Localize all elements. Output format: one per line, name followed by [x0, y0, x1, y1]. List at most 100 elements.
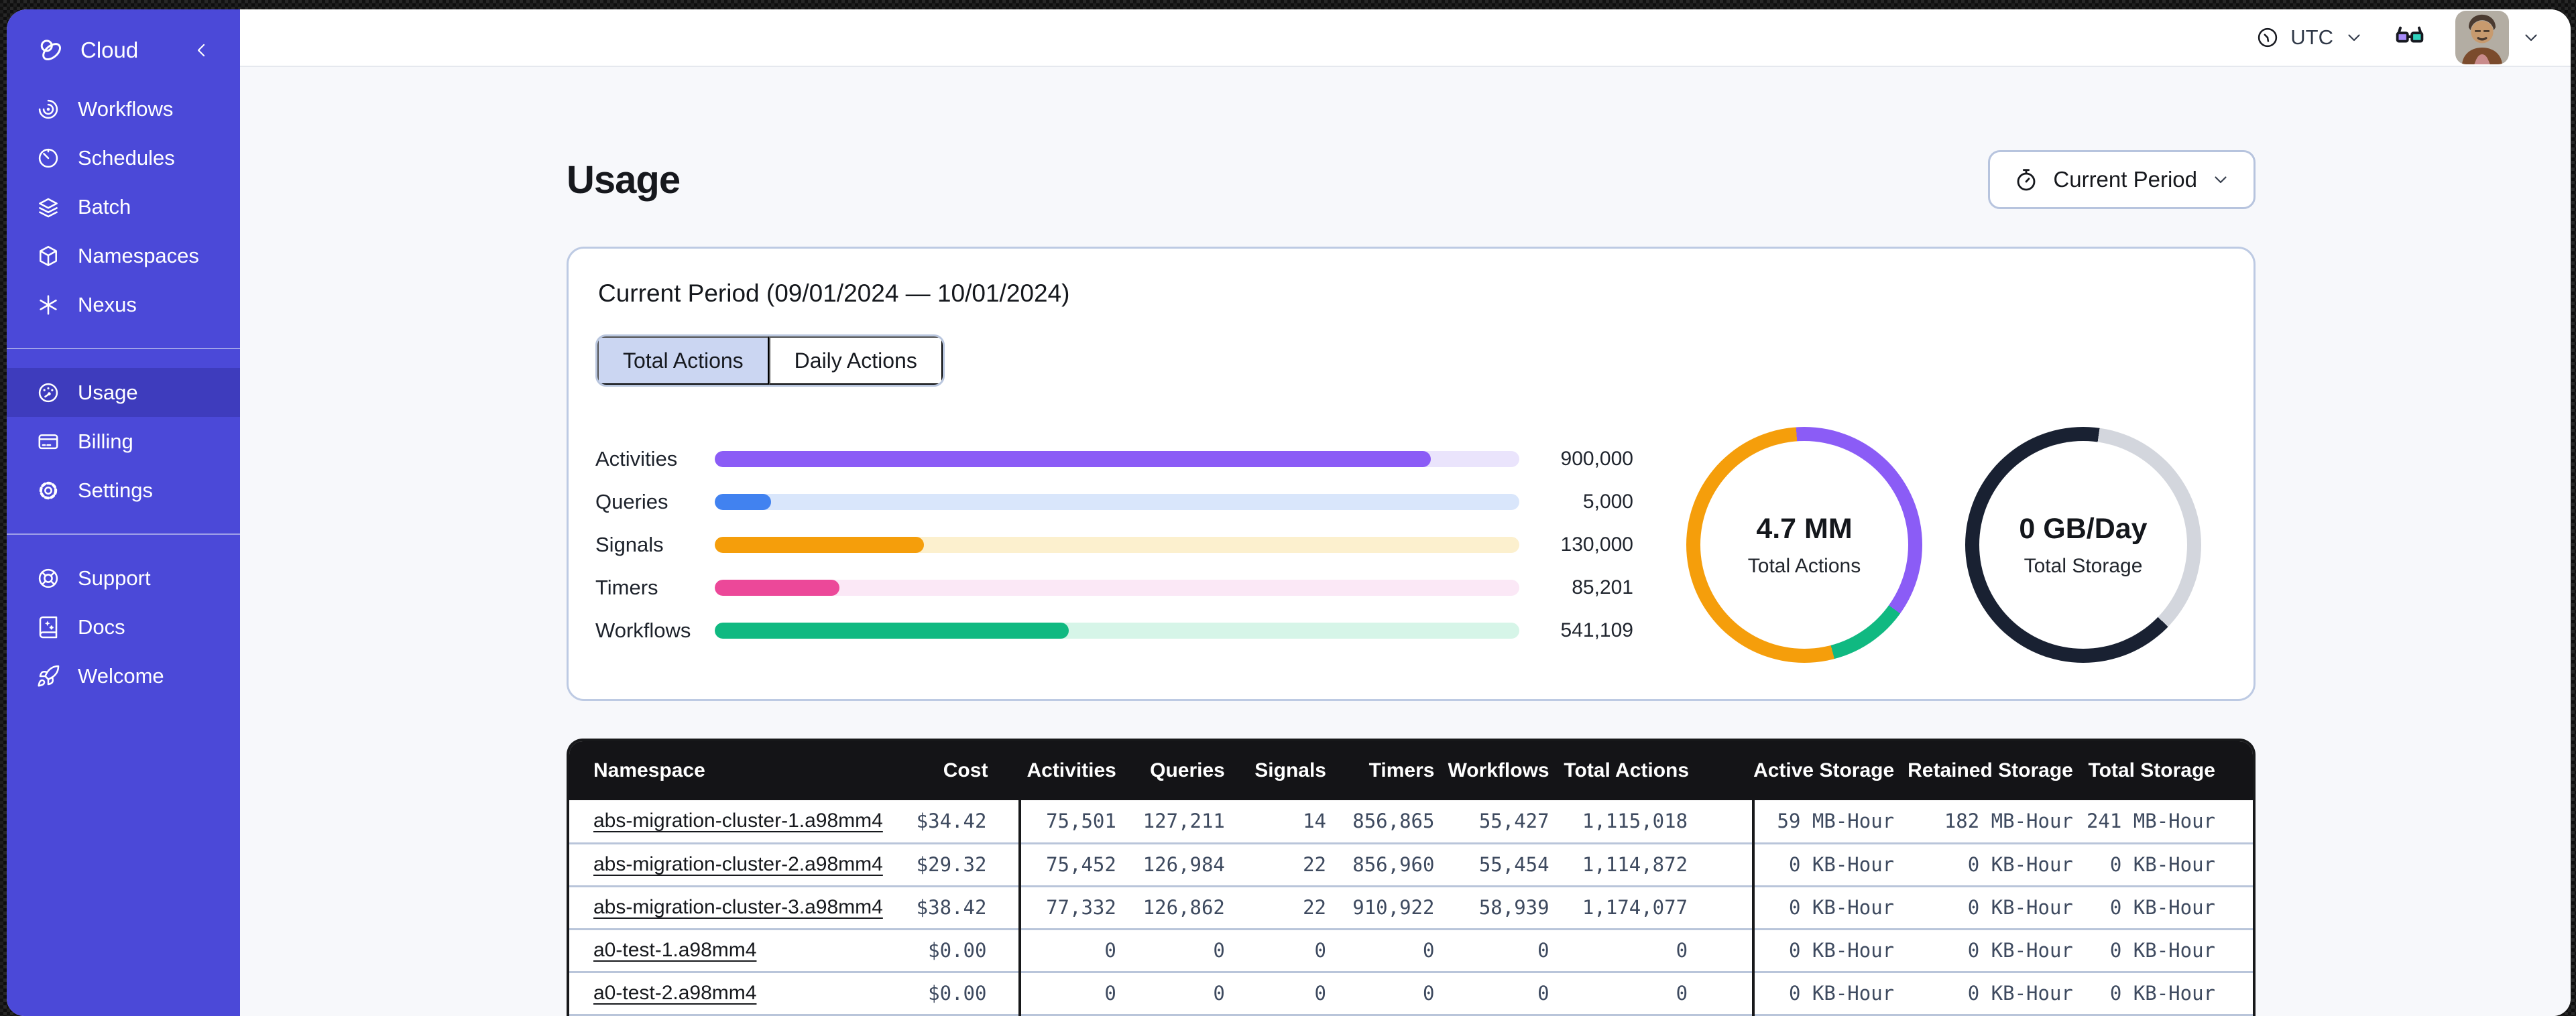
chevron-down-icon — [2344, 27, 2364, 48]
donut-value: 0 GB/Day — [2019, 512, 2148, 545]
bar-fill — [715, 580, 839, 596]
tab-total-actions[interactable]: Total Actions — [597, 336, 769, 385]
brand-label: Cloud — [80, 38, 139, 62]
temporal-logo-icon — [36, 36, 64, 64]
cell-retained-storage: 182 MB-Hour — [1944, 810, 2073, 833]
bar-value: 900,000 — [1560, 448, 1633, 470]
period-selector-button[interactable]: Current Period — [1988, 150, 2256, 209]
cell-active-storage: 59 MB-Hour — [1777, 810, 1895, 833]
cell-active-storage: 0 KB-Hour — [1753, 970, 1908, 1015]
glasses-icon[interactable] — [2394, 21, 2426, 54]
sidebar-item-settings[interactable]: Settings — [7, 466, 240, 515]
sidebar-item-workflows[interactable]: Workflows — [7, 84, 240, 133]
cell-timers: 0 — [1339, 970, 1448, 1015]
namespace-link[interactable]: abs-migration-cluster-3.a98mm4 — [593, 896, 883, 918]
sidebar-item-nexus[interactable]: Nexus — [7, 280, 240, 329]
cell-timers: 910,922 — [1339, 885, 1448, 929]
sidebar-item-label: Workflows — [78, 97, 174, 121]
table-row: abs-migration-cluster-3.a98mm4 $38.42 77,3… — [569, 885, 2253, 929]
docs-icon — [36, 615, 60, 639]
column-header-namespace: Namespace — [569, 741, 900, 800]
sidebar-item-usage[interactable]: Usage — [7, 368, 240, 417]
schedules-icon — [36, 146, 60, 170]
cell-timers: 856,960 — [1339, 842, 1448, 886]
namespace-link[interactable]: abs-migration-cluster-1.a98mm4 — [593, 810, 883, 832]
donut-center: 4.7 MM Total Actions — [1686, 427, 1922, 663]
namespaces-icon — [36, 244, 60, 268]
sidebar-item-label: Usage — [78, 380, 138, 404]
bar-value: 130,000 — [1560, 533, 1633, 556]
bar-track — [715, 537, 1519, 553]
bar-fill — [715, 451, 1431, 467]
workflows-icon — [36, 97, 60, 121]
cell-workflows: 55,427 — [1478, 810, 1549, 833]
sidebar-item-docs[interactable]: Docs — [7, 602, 240, 651]
sidebar-item-batch[interactable]: Batch — [7, 182, 240, 231]
bar-row-signals: Signals 130,000 — [595, 533, 1633, 556]
namespace-usage-table: Namespace Cost Activities Queries Signals Tim… — [567, 739, 2256, 1016]
bar-track — [715, 494, 1519, 510]
sidebar-nav: Workflows Schedules Batch Namespaces Nexus Us… — [7, 84, 240, 700]
cell-signals: 0 — [1238, 928, 1340, 972]
cell-total-actions: 1,115,018 — [1562, 800, 1755, 843]
account-menu[interactable] — [2455, 11, 2541, 64]
bar-row-workflows: Workflows 541,109 — [595, 619, 1633, 642]
bar-value: 5,000 — [1582, 491, 1633, 513]
sidebar-item-schedules[interactable]: Schedules — [7, 133, 240, 182]
sidebar-item-label: Nexus — [78, 292, 137, 316]
cell-activities: 75,452 — [1020, 842, 1130, 886]
column-header-retained-storage: Retained Storage — [1908, 741, 2087, 800]
sidebar-collapse-button[interactable] — [192, 40, 212, 60]
tab-daily-actions[interactable]: Daily Actions — [768, 336, 943, 385]
sidebar-item-welcome[interactable]: Welcome — [7, 651, 240, 700]
actions-bar-chart: Activities 900,000 Queries 5,000 Signals 130,… — [595, 447, 1633, 642]
table-row: a0-test-1.a98mm4 $0.00 0 0 0 0 0 0 0 KB-Hour 0 KB… — [569, 928, 2253, 972]
bar-track — [715, 623, 1519, 639]
bar-fill — [715, 537, 924, 553]
cell-activities: 0 — [1020, 928, 1130, 972]
cell-workflows: 55,454 — [1448, 842, 1563, 886]
cell-total-actions: 0 — [1562, 970, 1755, 1015]
sidebar-item-billing[interactable]: Billing — [7, 417, 240, 466]
column-header-queries: Queries — [1129, 741, 1238, 800]
chevron-down-icon — [2521, 27, 2541, 48]
browser-window: Cloud Workflows Schedules Batch Namespaces N… — [7, 9, 2571, 1016]
avatar — [2455, 11, 2509, 64]
stopwatch-icon — [2013, 166, 2040, 193]
cell-queries: 126,984 — [1129, 842, 1238, 886]
column-header-activities: Activities — [1020, 741, 1130, 800]
sidebar-item-label: Support — [78, 566, 151, 590]
table-row: abs-migration-cluster-1.a98mm4 $34.42 75,5… — [569, 800, 2253, 843]
cell-active-storage: 0 KB-Hour — [1753, 842, 1908, 886]
sidebar-item-label: Namespaces — [78, 243, 199, 267]
sidebar-item-label: Settings — [78, 478, 154, 502]
tab-label: Daily Actions — [794, 348, 917, 373]
support-icon — [36, 566, 60, 590]
cell-activities: 0 — [1020, 970, 1130, 1015]
bar-value: 85,201 — [1572, 576, 1633, 598]
namespace-link[interactable]: abs-migration-cluster-2.a98mm4 — [593, 853, 883, 875]
donut-total-actions: 4.7 MM Total Actions — [1686, 427, 1922, 663]
usage-icon — [36, 381, 60, 405]
cell-signals: 22 — [1238, 842, 1340, 886]
namespace-link[interactable]: a0-test-1.a98mm4 — [593, 939, 756, 961]
charts-row: Activities 900,000 Queries 5,000 Signals 130,… — [595, 427, 2227, 663]
cell-active-storage: 0 KB-Hour — [1753, 885, 1908, 929]
sidebar-item-namespaces[interactable]: Namespaces — [7, 231, 240, 280]
namespace-link[interactable]: a0-test-2.a98mm4 — [593, 982, 756, 1004]
namespace-cell: abs-migration-cluster-3.a98mm4 — [569, 885, 900, 929]
cell-total-storage: 0 KB-Hour — [2086, 928, 2253, 972]
bar-track — [715, 451, 1519, 467]
cell-workflows: 0 — [1448, 970, 1563, 1015]
bar-fill — [715, 494, 771, 510]
cell-cost: $0.00 — [900, 970, 1022, 1015]
cell-cost: $34.42 — [900, 800, 1022, 843]
timezone-selector[interactable]: UTC — [2256, 25, 2364, 50]
sidebar-item-support[interactable]: Support — [7, 554, 240, 602]
donut-total-storage: 0 GB/Day Total Storage — [1965, 427, 2201, 663]
column-header-total-actions: Total Actions — [1562, 741, 1754, 800]
sidebar: Cloud Workflows Schedules Batch Namespaces N… — [7, 9, 240, 1016]
chevron-down-icon — [2211, 170, 2231, 190]
donut-label: Total Actions — [1747, 554, 1861, 577]
donut-value: 4.7 MM — [1756, 512, 1853, 545]
